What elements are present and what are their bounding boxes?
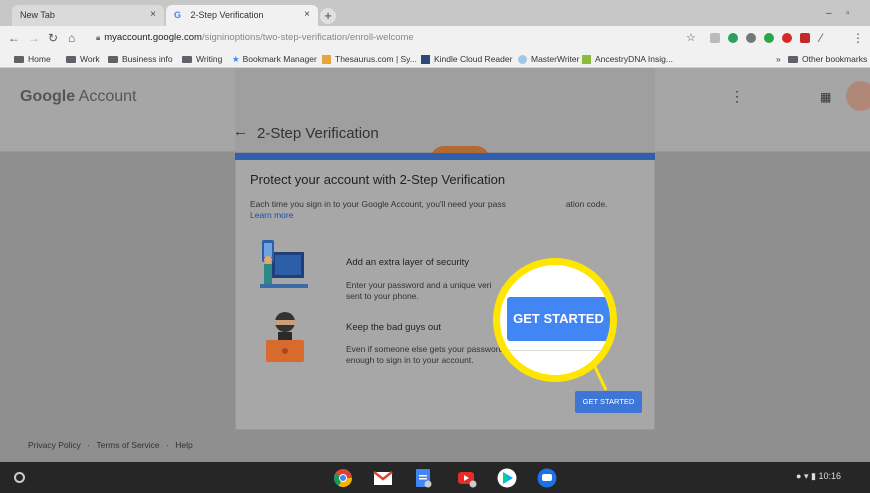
- extension-icon[interactable]: [800, 33, 810, 43]
- bookmark-ancestrydna[interactable]: AncestryDNA Insig...: [582, 54, 673, 65]
- messages-icon[interactable]: [537, 468, 557, 488]
- bookmark-writing[interactable]: Writing: [182, 54, 222, 64]
- browser-toolbar: ← → ↻ ⌂ 🔒︎ myaccount.google.com/signinopt…: [0, 26, 870, 50]
- gmail-icon[interactable]: [373, 468, 393, 488]
- page-footer: Privacy Policy · Terms of Service · Help: [28, 440, 197, 450]
- extension-icon[interactable]: [746, 33, 756, 43]
- url-path: /signinoptions/two-step-verification/enr…: [201, 32, 414, 43]
- bookmark-bookmark-manager[interactable]: ★ Bookmark Manager: [232, 54, 317, 65]
- restore-icon[interactable]: ▫: [846, 8, 850, 19]
- bookmark-work[interactable]: Work: [66, 54, 100, 64]
- minimize-icon[interactable]: –: [826, 8, 832, 19]
- get-started-button-zoomed[interactable]: GET STARTED: [507, 297, 610, 341]
- help-link[interactable]: Help: [175, 440, 192, 450]
- privacy-policy-link[interactable]: Privacy Policy: [28, 440, 81, 450]
- ancestry-icon: [582, 55, 591, 65]
- tab-2-step-verification[interactable]: G 2-Step Verification ×: [166, 5, 318, 26]
- footer-separator: ·: [87, 440, 91, 450]
- extension-icon[interactable]: [710, 33, 720, 43]
- bookmark-star-icon[interactable]: ☆: [686, 31, 696, 44]
- back-icon[interactable]: ←: [8, 31, 20, 45]
- folder-icon: [788, 56, 798, 64]
- system-tray[interactable]: ● ▾ ▮ 10:16: [796, 471, 841, 482]
- tab-new-tab[interactable]: New Tab ×: [12, 5, 164, 26]
- reload-icon[interactable]: ↻: [48, 31, 58, 45]
- page-content: Google Account ⋮ ▦ ← 2-Step Verification…: [0, 68, 870, 462]
- bookmark-thesaurus[interactable]: Thesaurus.com | Sy...: [322, 54, 417, 65]
- bookmarks-bar: Home Work Business info Writing ★ Bookmar…: [0, 50, 870, 68]
- bookmarks-overflow-button[interactable]: »: [776, 54, 781, 64]
- terms-of-service-link[interactable]: Terms of Service: [96, 440, 159, 450]
- extension-icon[interactable]: [728, 33, 738, 43]
- clock: 10:16: [818, 471, 841, 481]
- wifi-icon: ▾: [803, 471, 809, 481]
- folder-icon: [108, 56, 118, 64]
- divider: [500, 350, 610, 351]
- youtube-icon[interactable]: [457, 468, 477, 488]
- extension-icon[interactable]: [764, 33, 774, 43]
- status-icon: ●: [796, 471, 802, 481]
- bookmark-other-bookmarks[interactable]: Other bookmarks: [788, 54, 867, 64]
- masterwriter-icon: [518, 55, 527, 65]
- tab-label: New Tab: [20, 10, 55, 20]
- battery-icon: ▮: [811, 471, 816, 481]
- play-store-icon[interactable]: [497, 468, 517, 488]
- lock-icon: 🔒︎: [96, 33, 101, 42]
- chrome-icon[interactable]: [333, 468, 353, 488]
- footer-separator: ·: [166, 440, 169, 450]
- thesaurus-icon: [322, 55, 331, 65]
- extension-icon[interactable]: [782, 33, 792, 43]
- close-tab-icon[interactable]: ×: [304, 9, 310, 20]
- folder-icon: [66, 56, 76, 64]
- folder-icon: [182, 56, 192, 64]
- tab-label: 2-Step Verification: [190, 10, 264, 20]
- bookmark-kindle-cloud-reader[interactable]: Kindle Cloud Reader: [421, 54, 512, 65]
- star-icon: ★: [232, 54, 240, 64]
- home-icon[interactable]: ⌂: [68, 31, 75, 45]
- extension-icon[interactable]: ⁄: [820, 31, 822, 45]
- zoom-highlight-callout: GET STARTED: [493, 258, 617, 382]
- os-shelf: ● ▾ ▮ 10:16: [0, 462, 870, 493]
- close-tab-icon[interactable]: ×: [150, 9, 156, 20]
- google-favicon-icon: G: [174, 10, 182, 20]
- docs-icon[interactable]: [413, 468, 433, 488]
- tab-strip: New Tab × G 2-Step Verification × + – ▫: [0, 0, 870, 26]
- new-tab-button[interactable]: +: [320, 8, 336, 24]
- menu-icon[interactable]: ⋮: [852, 31, 864, 45]
- bookmark-business-info[interactable]: Business info: [108, 54, 173, 64]
- address-bar[interactable]: 🔒︎ myaccount.google.com/signinoptions/two…: [96, 30, 676, 46]
- url-host: myaccount.google.com: [104, 32, 202, 43]
- bookmark-home[interactable]: Home: [14, 54, 51, 64]
- launcher-icon[interactable]: [14, 472, 25, 483]
- bookmark-masterwriter[interactable]: MasterWriter: [518, 54, 580, 65]
- folder-icon: [14, 56, 24, 64]
- kindle-icon: [421, 55, 430, 65]
- callout-pointer: [566, 309, 608, 391]
- forward-icon[interactable]: →: [28, 31, 40, 45]
